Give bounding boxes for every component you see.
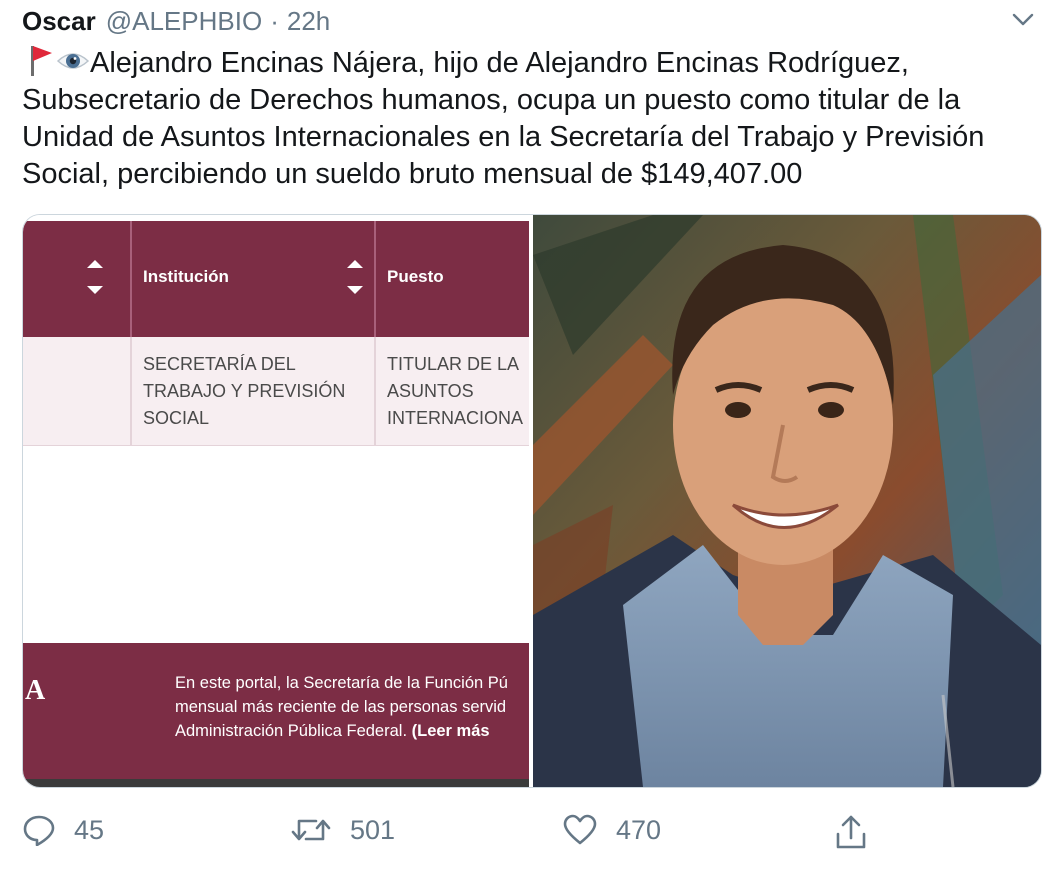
- read-more-link[interactable]: (Leer más: [412, 722, 490, 740]
- timestamp[interactable]: 22h: [287, 6, 330, 37]
- footer-strip: [23, 779, 529, 787]
- reply-icon: [23, 815, 55, 846]
- portal-footer: A En este portal, la Secretaría de la Fu…: [23, 643, 529, 783]
- sort-icon: [347, 260, 363, 294]
- cell-institucion: SECRETARÍA DEL TRABAJO Y PREVISIÓN SOCIA…: [143, 354, 346, 428]
- tweet-media[interactable]: Institución Puesto SECRETARÍA DEL TRABAJ…: [22, 214, 1042, 788]
- table-row: SECRETARÍA DEL TRABAJO Y PREVISIÓN SOCIA…: [23, 337, 529, 446]
- retweet-button[interactable]: 501: [290, 814, 395, 846]
- column-header-institucion: Institución: [143, 267, 229, 286]
- footer-logo-letter: A: [25, 675, 46, 706]
- eye-icon: [56, 46, 90, 76]
- column-divider: [374, 337, 376, 445]
- heart-icon: [563, 814, 597, 845]
- footer-line: Administración Pública Federal. (Leer má…: [175, 719, 529, 743]
- share-icon: [836, 815, 866, 849]
- red-flag-icon: [22, 44, 56, 76]
- tweet-header: Oscar @ALEPHBIO · 22h: [22, 2, 330, 40]
- user-handle[interactable]: @ALEPHBIO: [106, 6, 262, 37]
- footer-line: mensual más reciente de las personas ser…: [175, 698, 507, 716]
- column-header-puesto: Puesto: [387, 267, 444, 286]
- person-photo[interactable]: [533, 215, 1041, 787]
- display-name[interactable]: Oscar: [22, 6, 96, 37]
- tweet-text: Alejandro Encinas Nájera, hijo de Alejan…: [22, 44, 1032, 193]
- reply-button[interactable]: 45: [22, 814, 104, 846]
- cell-puesto: TITULAR DE LA ASUNTOS INTERNACIONA: [387, 354, 524, 428]
- retweet-icon: [291, 819, 331, 841]
- share-button[interactable]: [834, 814, 886, 850]
- retweet-count: 501: [350, 814, 396, 845]
- footer-line: En este portal, la Secretaría de la Func…: [175, 674, 508, 692]
- table-screenshot[interactable]: Institución Puesto SECRETARÍA DEL TRABAJ…: [23, 215, 529, 787]
- column-divider: [130, 221, 132, 337]
- person-photo-illustration: [533, 215, 1041, 787]
- separator: ·: [270, 5, 279, 36]
- tweet-body: Alejandro Encinas Nájera, hijo de Alejan…: [22, 47, 985, 190]
- reply-count: 45: [74, 814, 105, 845]
- tweet-actions: 45 501 470: [0, 814, 1062, 864]
- footer-text: En este portal, la Secretaría de la Func…: [175, 671, 529, 743]
- column-divider: [130, 337, 132, 445]
- chevron-down-icon[interactable]: [1012, 12, 1034, 28]
- column-divider: [374, 221, 376, 337]
- sort-icon: [87, 260, 103, 294]
- footer-line-text: Administración Pública Federal.: [175, 722, 408, 740]
- like-count: 470: [616, 814, 662, 845]
- like-button[interactable]: 470: [562, 814, 661, 846]
